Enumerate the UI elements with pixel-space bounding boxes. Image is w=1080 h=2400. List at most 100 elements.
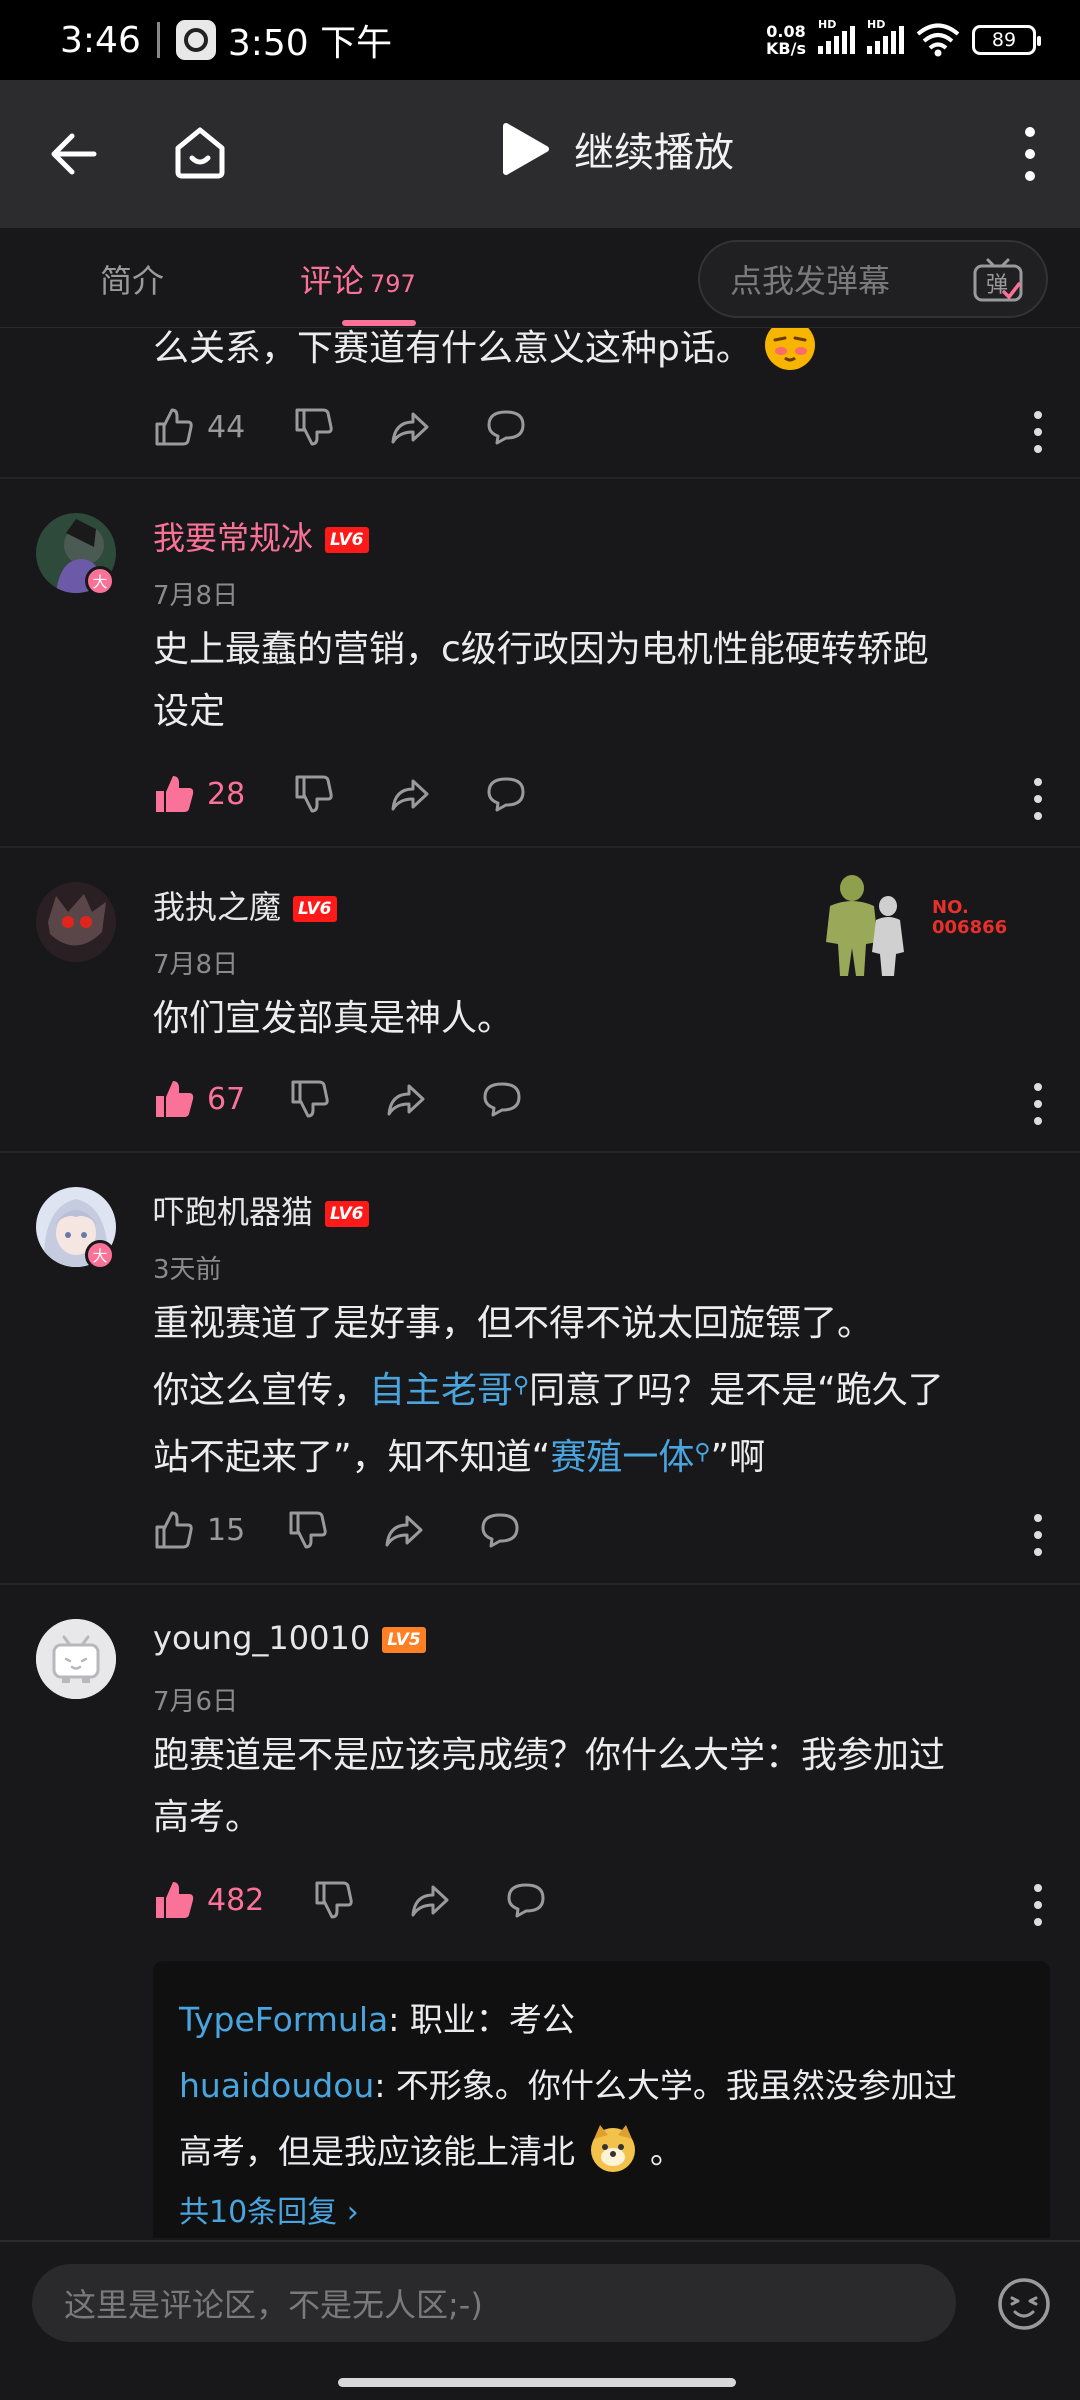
comment-text: 重视赛道了是好事，但不得不说太回旋镖了。 你这么宣传，自主老哥⚲同意了吗？是不是… xyxy=(153,1303,944,1478)
dislike-button[interactable] xyxy=(313,1875,355,1925)
share-icon xyxy=(411,1885,449,1917)
share-button[interactable] xyxy=(383,1505,425,1555)
reply-button[interactable] xyxy=(505,1875,547,1925)
share-icon xyxy=(391,779,429,811)
comment-username[interactable]: young_10010 LV5 xyxy=(153,1619,426,1657)
like-button[interactable]: 28 xyxy=(153,769,245,819)
emoji-icon xyxy=(765,328,816,370)
status-bar: 3:46 3:50 下午 0.08 KB/s HD HD 89 xyxy=(0,0,1080,80)
share-icon xyxy=(387,1084,425,1116)
comment-date: 7月8日 xyxy=(153,581,239,611)
like-button[interactable]: 482 xyxy=(153,1875,264,1925)
share-button[interactable] xyxy=(389,402,431,452)
comment-bubble-icon xyxy=(507,1883,545,1918)
like-count: 67 xyxy=(207,1081,246,1117)
continue-play-label: 继续播放 xyxy=(574,130,734,176)
danmaku-tv-icon: 弹 xyxy=(973,258,1023,302)
like-count: 44 xyxy=(207,409,246,445)
continue-play-button[interactable]: 继续播放 xyxy=(500,120,734,178)
reply-username[interactable]: TypeFormula xyxy=(179,2000,388,2039)
reply-button[interactable] xyxy=(485,769,527,819)
active-tab-indicator xyxy=(342,320,416,326)
comment-bubble-icon xyxy=(487,777,525,812)
comment-list[interactable]: 么关系，下赛道有什么意义这种p话。 44 大 我要常规冰 LV6 7月8日 史上… xyxy=(0,328,1080,2238)
tab-comments[interactable]: 评论 797 xyxy=(300,256,416,302)
emoji-picker-icon[interactable] xyxy=(996,2276,1052,2332)
thumbs-down-icon xyxy=(295,775,333,813)
comment-username[interactable]: 我执之魔 LV6 xyxy=(153,882,337,928)
dislike-button[interactable] xyxy=(289,1074,331,1124)
like-button[interactable]: 67 xyxy=(153,1074,245,1124)
search-icon: ⚲ xyxy=(513,1373,530,1398)
comment-actions: 67 xyxy=(153,1074,1053,1124)
thumbs-down-icon xyxy=(295,408,333,446)
comment-text: 史上最蠢的营销，c级行政因为电机性能硬转轿跑 设定 xyxy=(153,629,929,732)
dislike-button[interactable] xyxy=(293,769,335,819)
comment-more-icon[interactable] xyxy=(1032,1513,1044,1557)
reply-username[interactable]: huaidoudou xyxy=(179,2066,374,2105)
comment-text: 你们宣发部真是神人。 xyxy=(153,998,514,1039)
status-separator xyxy=(156,22,160,58)
comment-bubble-icon xyxy=(483,1082,521,1117)
comment-more-icon[interactable] xyxy=(1032,1883,1044,1927)
network-speed: 0.08 KB/s xyxy=(766,22,806,58)
comment-username[interactable]: 我要常规冰 LV6 xyxy=(153,513,369,559)
comment-more-icon[interactable] xyxy=(1032,777,1044,821)
tab-intro[interactable]: 简介 xyxy=(100,256,164,302)
comment-date: 7月6日 xyxy=(153,1687,239,1717)
thumbs-up-filled-icon xyxy=(156,776,194,812)
level-badge: LV6 xyxy=(325,527,369,553)
like-button[interactable]: 15 xyxy=(153,1505,245,1555)
back-arrow-icon[interactable] xyxy=(44,124,104,184)
comment-username[interactable]: 吓跑机器猫 LV6 xyxy=(153,1187,369,1233)
comment-actions: 28 xyxy=(153,769,1053,819)
comment-date: 7月8日 xyxy=(153,950,239,980)
dog-emoji-icon xyxy=(590,2125,635,2172)
comment-more-icon[interactable] xyxy=(1032,1082,1044,1126)
share-button[interactable] xyxy=(389,769,431,819)
share-button[interactable] xyxy=(385,1074,427,1124)
status-clock-time: 3:50 下午 xyxy=(227,23,393,64)
comment-more-icon[interactable] xyxy=(1032,410,1044,454)
share-button[interactable] xyxy=(409,1875,451,1925)
home-indicator[interactable] xyxy=(338,2378,736,2387)
like-count: 15 xyxy=(207,1512,246,1548)
thumbs-up-icon xyxy=(155,408,193,446)
like-count: 482 xyxy=(207,1882,265,1918)
comment-bubble-icon xyxy=(487,410,525,445)
comment-text: 么关系，下赛道有什么意义这种p话。 xyxy=(153,328,1033,380)
search-link[interactable]: 自主老哥 xyxy=(369,1370,513,1411)
reply-preview-box[interactable]: TypeFormula: 职业：考公 huaidoudou: 不形象。你什么大学… xyxy=(153,1961,1050,2238)
tab-bar: 简介 评论 797 点我发弹幕 弹 xyxy=(0,228,1080,328)
fan-card-number-prefix: NO. xyxy=(932,897,969,918)
thumbs-down-icon xyxy=(291,1080,329,1118)
more-options-icon[interactable] xyxy=(1020,126,1040,182)
like-button[interactable]: 44 xyxy=(153,402,245,452)
dislike-button[interactable] xyxy=(287,1505,329,1555)
avatar[interactable] xyxy=(36,882,116,962)
share-icon xyxy=(391,412,429,444)
signal-1-icon: HD xyxy=(818,18,855,54)
play-icon xyxy=(503,123,549,175)
search-link[interactable]: 赛殖一体 xyxy=(550,1437,694,1478)
clock-app-icon xyxy=(175,20,216,60)
vip-badge: 大 xyxy=(85,1240,115,1270)
comment-input[interactable]: 这里是评论区，不是无人区;-) xyxy=(32,2264,956,2342)
home-icon[interactable] xyxy=(168,120,232,184)
dislike-button[interactable] xyxy=(293,402,335,452)
reply-item: huaidoudou: 不形象。你什么大学。我虽然没参加过 高考，但是我应该能上… xyxy=(179,2053,1024,2185)
fan-card-decoration: NO. 006866 xyxy=(820,872,1030,976)
comment-actions: 482 xyxy=(153,1875,1053,1925)
view-all-replies-link[interactable]: 共10条回复 › xyxy=(179,2187,1024,2231)
danmaku-input-button[interactable]: 点我发弹幕 弹 xyxy=(698,240,1048,318)
reply-button[interactable] xyxy=(481,1074,523,1124)
divider xyxy=(0,1151,1080,1153)
thumbs-down-icon xyxy=(289,1511,327,1549)
reply-button[interactable] xyxy=(479,1505,521,1555)
battery-level: 89 xyxy=(991,29,1017,51)
avatar[interactable] xyxy=(36,1619,116,1699)
comment-bubble-icon xyxy=(481,1513,519,1548)
level-badge: LV6 xyxy=(293,896,337,922)
comments-count: 797 xyxy=(370,270,416,298)
reply-button[interactable] xyxy=(485,402,527,452)
